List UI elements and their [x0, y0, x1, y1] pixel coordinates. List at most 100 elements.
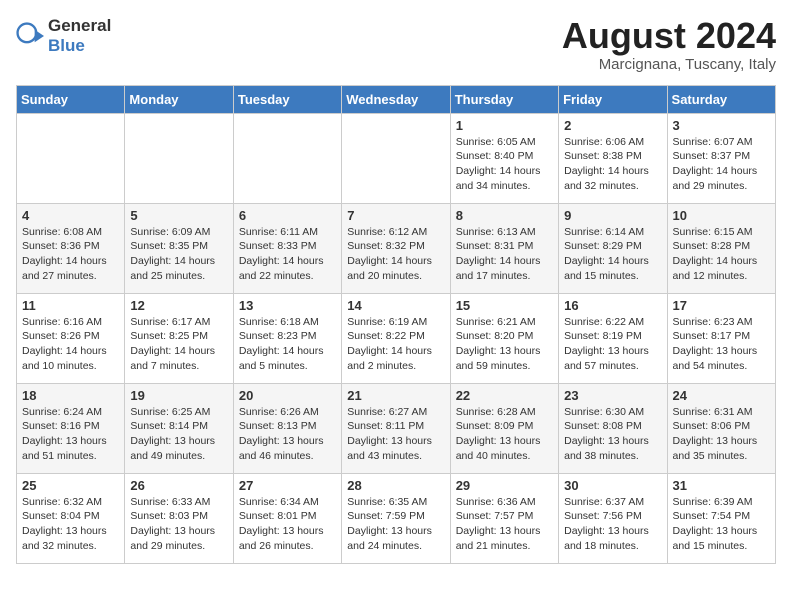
day-info: Daylight: 14 hours and 29 minutes. — [673, 164, 770, 193]
day-info: Sunset: 8:36 PM — [22, 239, 119, 254]
calendar-cell: 15Sunrise: 6:21 AMSunset: 8:20 PMDayligh… — [450, 293, 558, 383]
header: General Blue August 2024 Marcignana, Tus… — [16, 16, 776, 73]
day-info: Daylight: 13 hours and 35 minutes. — [673, 434, 770, 463]
day-info: Sunrise: 6:09 AM — [130, 225, 227, 240]
logo-general: General — [48, 16, 111, 35]
day-info: Sunrise: 6:16 AM — [22, 315, 119, 330]
logo: General Blue — [16, 16, 111, 56]
day-info: Sunrise: 6:12 AM — [347, 225, 444, 240]
day-info: Sunset: 8:33 PM — [239, 239, 336, 254]
day-info: Sunrise: 6:32 AM — [22, 495, 119, 510]
day-number: 2 — [564, 118, 661, 133]
week-row-5: 25Sunrise: 6:32 AMSunset: 8:04 PMDayligh… — [17, 473, 776, 563]
day-info: Sunset: 8:17 PM — [673, 329, 770, 344]
day-info: Daylight: 14 hours and 17 minutes. — [456, 254, 553, 283]
day-number: 31 — [673, 478, 770, 493]
day-number: 12 — [130, 298, 227, 313]
day-number: 6 — [239, 208, 336, 223]
day-info: Sunrise: 6:14 AM — [564, 225, 661, 240]
day-info: Daylight: 13 hours and 26 minutes. — [239, 524, 336, 553]
day-info: Sunset: 7:57 PM — [456, 509, 553, 524]
day-number: 26 — [130, 478, 227, 493]
day-info: Sunset: 8:38 PM — [564, 149, 661, 164]
day-header-monday: Monday — [125, 85, 233, 113]
calendar-cell: 24Sunrise: 6:31 AMSunset: 8:06 PMDayligh… — [667, 383, 775, 473]
day-number: 4 — [22, 208, 119, 223]
logo-blue: Blue — [48, 36, 85, 55]
day-info: Sunrise: 6:36 AM — [456, 495, 553, 510]
day-number: 16 — [564, 298, 661, 313]
day-info: Sunrise: 6:23 AM — [673, 315, 770, 330]
calendar-cell: 21 Sunrise: 6:27 AMSunset: 8:11 PMDayligh… — [342, 383, 450, 473]
week-row-4: 18Sunrise: 6:24 AMSunset: 8:16 PMDayligh… — [17, 383, 776, 473]
calendar-cell: 23Sunrise: 6:30 AMSunset: 8:08 PMDayligh… — [559, 383, 667, 473]
day-info: Sunset: 8:14 PM — [130, 419, 227, 434]
day-info: Sunrise: 6:30 AM — [564, 405, 661, 420]
calendar-cell: 16Sunrise: 6:22 AMSunset: 8:19 PMDayligh… — [559, 293, 667, 383]
calendar-cell — [342, 113, 450, 203]
day-info: Sunset: 8:04 PM — [22, 509, 119, 524]
day-info: Sunrise: 6:31 AM — [673, 405, 770, 420]
calendar-table: SundayMondayTuesdayWednesdayThursdayFrid… — [16, 85, 776, 564]
calendar-cell: 5Sunrise: 6:09 AMSunset: 8:35 PMDaylight… — [125, 203, 233, 293]
calendar-cell: 27Sunrise: 6:34 AMSunset: 8:01 PMDayligh… — [233, 473, 341, 563]
day-info: Daylight: 14 hours and 2 minutes. — [347, 344, 444, 373]
day-info: Sunrise: 6:22 AM — [564, 315, 661, 330]
day-info: Sunrise: 6:26 AM — [239, 405, 336, 420]
day-info: Sunset: 8:31 PM — [456, 239, 553, 254]
day-info: Daylight: 14 hours and 32 minutes. — [564, 164, 661, 193]
day-header-wednesday: Wednesday — [342, 85, 450, 113]
day-info: Daylight: 13 hours and 43 minutes. — [347, 434, 444, 463]
day-info: Sunrise: 6:21 AM — [456, 315, 553, 330]
day-info: Sunset: 8:37 PM — [673, 149, 770, 164]
calendar-cell: 6Sunrise: 6:11 AMSunset: 8:33 PMDaylight… — [233, 203, 341, 293]
day-info: Sunset: 8:11 PM — [347, 419, 444, 434]
day-info: Daylight: 14 hours and 27 minutes. — [22, 254, 119, 283]
day-info: Sunset: 8:28 PM — [673, 239, 770, 254]
day-info: Daylight: 13 hours and 21 minutes. — [456, 524, 553, 553]
week-row-3: 11Sunrise: 6:16 AMSunset: 8:26 PMDayligh… — [17, 293, 776, 383]
day-info: Sunrise: 6:24 AM — [22, 405, 119, 420]
page: General Blue August 2024 Marcignana, Tus… — [0, 0, 792, 580]
day-info: Sunrise: 6:28 AM — [456, 405, 553, 420]
week-row-2: 4Sunrise: 6:08 AMSunset: 8:36 PMDaylight… — [17, 203, 776, 293]
calendar-cell: 31Sunrise: 6:39 AMSunset: 7:54 PMDayligh… — [667, 473, 775, 563]
day-info: Daylight: 13 hours and 46 minutes. — [239, 434, 336, 463]
day-number: 8 — [456, 208, 553, 223]
day-info: Daylight: 14 hours and 25 minutes. — [130, 254, 227, 283]
calendar-cell: 26Sunrise: 6:33 AMSunset: 8:03 PMDayligh… — [125, 473, 233, 563]
day-number: 5 — [130, 208, 227, 223]
day-number: 9 — [564, 208, 661, 223]
calendar-cell: 18Sunrise: 6:24 AMSunset: 8:16 PMDayligh… — [17, 383, 125, 473]
day-number: 7 — [347, 208, 444, 223]
day-info: Sunrise: 6:17 AM — [130, 315, 227, 330]
calendar-cell: 1Sunrise: 6:05 AMSunset: 8:40 PMDaylight… — [450, 113, 558, 203]
day-info: Sunrise: 6:18 AM — [239, 315, 336, 330]
title-block: August 2024 Marcignana, Tuscany, Italy — [562, 16, 776, 73]
calendar-cell: 10Sunrise: 6:15 AMSunset: 8:28 PMDayligh… — [667, 203, 775, 293]
day-number: 27 — [239, 478, 336, 493]
day-number: 21 — [347, 388, 444, 403]
day-info: Daylight: 14 hours and 5 minutes. — [239, 344, 336, 373]
day-info: Daylight: 13 hours and 15 minutes. — [673, 524, 770, 553]
day-info: Daylight: 14 hours and 22 minutes. — [239, 254, 336, 283]
calendar-cell: 4Sunrise: 6:08 AMSunset: 8:36 PMDaylight… — [17, 203, 125, 293]
day-header-friday: Friday — [559, 85, 667, 113]
day-number: 1 — [456, 118, 553, 133]
day-number: 18 — [22, 388, 119, 403]
day-number: 14 — [347, 298, 444, 313]
day-info: Sunset: 8:22 PM — [347, 329, 444, 344]
day-info: Sunrise: 6:27 AM — [347, 405, 444, 420]
day-info: Sunrise: 6:35 AM — [347, 495, 444, 510]
calendar-cell: 14Sunrise: 6:19 AMSunset: 8:22 PMDayligh… — [342, 293, 450, 383]
day-info: Daylight: 13 hours and 24 minutes. — [347, 524, 444, 553]
day-info: Sunset: 7:59 PM — [347, 509, 444, 524]
day-number: 30 — [564, 478, 661, 493]
day-info: Sunrise: 6:25 AM — [130, 405, 227, 420]
day-header-sunday: Sunday — [17, 85, 125, 113]
calendar-cell: 7Sunrise: 6:12 AMSunset: 8:32 PMDaylight… — [342, 203, 450, 293]
day-number: 13 — [239, 298, 336, 313]
day-info: Sunset: 8:26 PM — [22, 329, 119, 344]
day-info: Sunset: 8:19 PM — [564, 329, 661, 344]
day-info: Daylight: 13 hours and 49 minutes. — [130, 434, 227, 463]
